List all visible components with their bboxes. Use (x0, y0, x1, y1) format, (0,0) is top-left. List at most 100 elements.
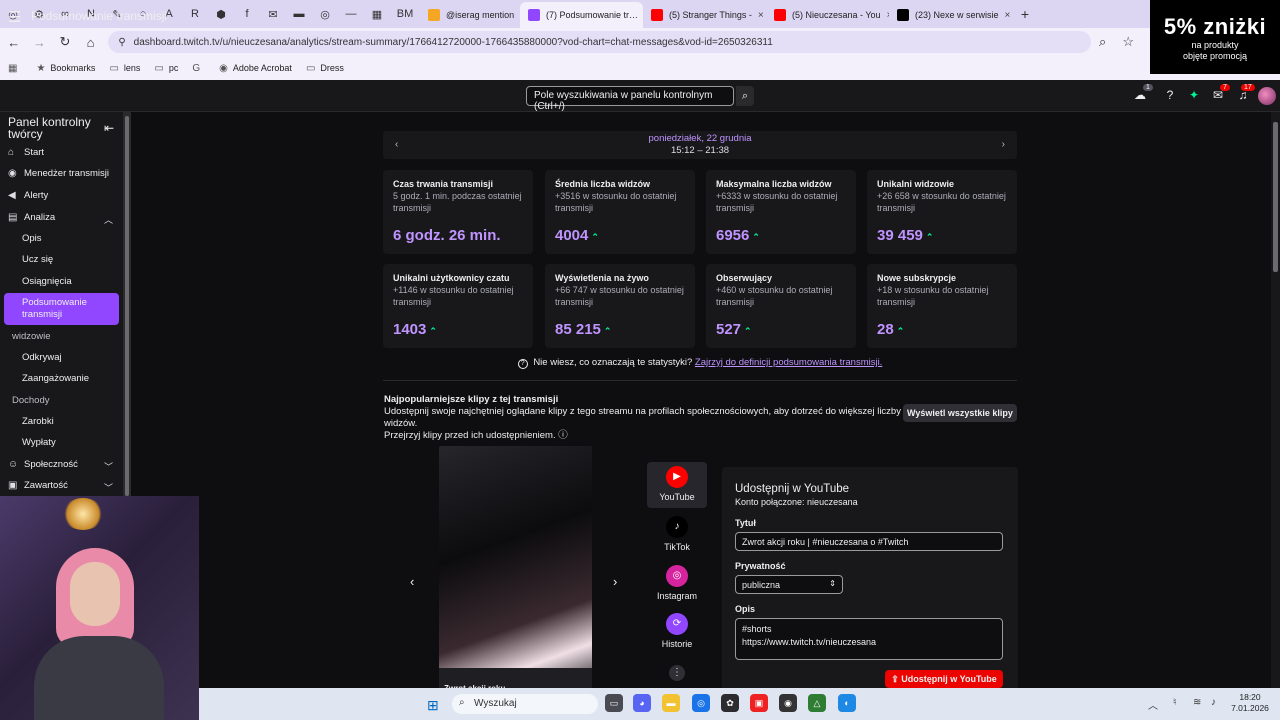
title-input[interactable]: Zwrot akcji roku | #nieuczesana o #Twitc… (735, 532, 1003, 551)
apps-icon[interactable]: ▦ (8, 63, 22, 74)
title-label: Tytuł (735, 518, 756, 528)
main-scroll-thumb[interactable] (1273, 122, 1278, 272)
browser-tab[interactable]: (5) Stranger Things - × (643, 2, 766, 28)
back-icon[interactable]: ← (2, 30, 26, 54)
sidebar-item-community[interactable]: ☺ Społeczność (8, 459, 78, 470)
share-target-tiktok[interactable]: ♪ TikTok (647, 512, 707, 558)
trend-up-icon: ⌃ (925, 232, 934, 242)
chevron-up-icon[interactable]: ︿ (104, 213, 113, 226)
browser-tab-strip: ◎⚙∞N✎○AR⬢f✉▬◎—▦BM @iserag mention×(7) Po… (0, 0, 1150, 28)
view-all-clips-button[interactable]: Wyświetl wszystkie klipy (903, 404, 1017, 422)
clock[interactable]: 18:20 7.01.2026 (1230, 692, 1270, 714)
search-icon[interactable]: ⌕ (736, 86, 754, 106)
bookmark-item[interactable]: ▭ Dress (306, 63, 344, 74)
carousel-prev-icon[interactable]: ‹ (410, 574, 414, 589)
sidebar-item-discover[interactable]: Odkrywaj (22, 352, 62, 363)
pinned-tab[interactable]: BM (390, 0, 420, 28)
bookmark-star-icon[interactable]: ☆ (1116, 30, 1140, 54)
connected-account: Konto połączone: nieuczesana (735, 497, 858, 507)
browser-tab[interactable]: (5) Nieuczesana - You× (766, 2, 889, 28)
tab-favicon-icon (774, 9, 786, 21)
bookmark-item[interactable]: ★ Bookmarks (36, 63, 95, 74)
bookmark-item[interactable]: ◉ Adobe Acrobat (219, 63, 292, 74)
sidebar-item-start[interactable]: ⌂ Start (8, 147, 44, 158)
sidebar-item-achievements[interactable]: Osiągnięcia (22, 276, 72, 287)
close-tab-icon[interactable]: × (999, 10, 1011, 21)
app-icon[interactable]: ✿ (721, 694, 739, 712)
tray-chevron-icon[interactable]: ︿ (1148, 697, 1158, 712)
chevron-down-icon[interactable]: ﹀ (104, 460, 113, 473)
dashboard-search-input[interactable]: Pole wyszukiwania w panelu kontrolnym (C… (526, 86, 734, 112)
sidebar-item-stream-manager[interactable]: ◉ Menedżer transmisji (8, 168, 109, 179)
share-youtube-button[interactable]: ⇪ Udostępnij w YouTube (885, 670, 1003, 688)
new-tab-button[interactable]: + (1012, 0, 1038, 28)
discord-icon[interactable]: ◕ (633, 694, 651, 712)
help-icon[interactable]: ? (1162, 88, 1178, 104)
sidebar-item-alerts[interactable]: ◀ Alerty (8, 190, 48, 201)
bookmark-item[interactable]: ▭ pc (154, 63, 178, 74)
zoom-icon[interactable]: ⌕ (1091, 30, 1115, 54)
sidebar-scrollbar[interactable] (123, 112, 131, 496)
sidebar-scroll-thumb[interactable] (125, 116, 129, 496)
sidebar-section-viewers: widzowie (12, 331, 51, 342)
pinned-tab[interactable]: ✉ (260, 0, 286, 28)
menu-icon[interactable]: ☰ (8, 8, 21, 26)
reload-icon[interactable]: ↻ (53, 30, 77, 54)
share-target-youtube[interactable]: ▶ YouTube (647, 462, 707, 508)
bits-icon[interactable]: ✦ (1186, 88, 1202, 104)
task-view-icon[interactable]: ▭ (605, 694, 623, 712)
pinned-tab[interactable]: R (182, 0, 208, 28)
collapse-sidebar-icon[interactable]: ⇤ (104, 121, 114, 135)
share-target-historie[interactable]: ⟳ Historie (647, 609, 707, 655)
description-textarea[interactable]: #shorts https://www.twitch.tv/nieuczesan… (735, 618, 1003, 660)
sidebar-item-overview[interactable]: Opis (22, 233, 42, 244)
browser-tab[interactable]: (23) Nexe w serwisie × (889, 2, 1012, 28)
taskbar-search[interactable]: ⌕ Wyszukaj (452, 694, 598, 714)
sidebar-item-learn[interactable]: Ucz się (22, 254, 53, 265)
microphone-icon[interactable]: ♮ (1173, 697, 1177, 708)
privacy-select[interactable]: publiczna ⇕ (735, 575, 843, 594)
bookmark-item[interactable]: G (192, 63, 205, 74)
app-icon[interactable]: ▣ (750, 694, 768, 712)
promo-banner[interactable]: 5% zniżki na produkty objęte promocją (1150, 0, 1280, 74)
sidebar-item-engagement[interactable]: Zaangażowanie (22, 373, 89, 384)
clip-preview[interactable] (439, 446, 592, 688)
carousel-next-icon[interactable]: › (613, 574, 617, 589)
info-icon[interactable]: ⓘ (558, 430, 568, 441)
close-tab-icon[interactable]: × (881, 10, 889, 21)
browser-tab[interactable]: @iserag mention× (420, 2, 520, 28)
app-icon[interactable]: △ (808, 694, 826, 712)
url-field[interactable]: ⚲ dashboard.twitch.tv/u/nieuczesana/anal… (108, 31, 1091, 53)
bookmark-item[interactable]: ▭ lens (109, 63, 140, 74)
volume-icon[interactable]: ♪ (1211, 697, 1216, 708)
question-icon: ? (517, 359, 528, 369)
forward-icon[interactable]: → (28, 30, 52, 54)
close-tab-icon[interactable]: × (752, 10, 764, 21)
pinned-tab[interactable]: — (338, 0, 364, 28)
chevron-down-icon[interactable]: ﹀ (104, 481, 113, 494)
sidebar-item-payouts[interactable]: Wypłaty (22, 437, 56, 448)
pinned-tab[interactable]: ⬢ (208, 0, 234, 28)
main-scrollbar[interactable] (1271, 112, 1280, 688)
more-options-icon[interactable]: ⋮ (669, 665, 685, 681)
pinned-tab[interactable]: f (234, 0, 260, 28)
site-info-icon[interactable]: ⚲ (118, 37, 125, 48)
obs-icon[interactable]: ◉ (779, 694, 797, 712)
sidebar-item-earn[interactable]: Zarobki (22, 416, 54, 427)
share-target-instagram[interactable]: ◎ Instagram (647, 561, 707, 607)
app-icon[interactable]: ◐ (838, 694, 856, 712)
pinned-tab[interactable]: ▬ (286, 0, 312, 28)
sidebar-item-analytics[interactable]: ▤ Analiza (8, 212, 55, 223)
browser-tab[interactable]: (7) Podsumowanie tr…× (520, 2, 643, 28)
chrome-icon[interactable]: ◎ (692, 694, 710, 712)
sidebar-item-stream-summary[interactable]: Podsumowanie transmisji (4, 293, 119, 325)
home-icon[interactable]: ⌂ (79, 30, 103, 54)
pinned-tab[interactable]: ▦ (364, 0, 390, 28)
wifi-icon[interactable]: ≋ (1193, 697, 1201, 708)
pinned-tab[interactable]: ◎ (312, 0, 338, 28)
windows-start-icon[interactable]: ⊞ (427, 697, 439, 714)
stats-definition-link[interactable]: Zajrzyj do definicji podsumowania transm… (695, 357, 882, 368)
sidebar-item-content[interactable]: ▣ Zawartość (8, 480, 68, 491)
avatar[interactable] (1258, 87, 1276, 105)
file-explorer-icon[interactable]: ▬ (662, 694, 680, 712)
